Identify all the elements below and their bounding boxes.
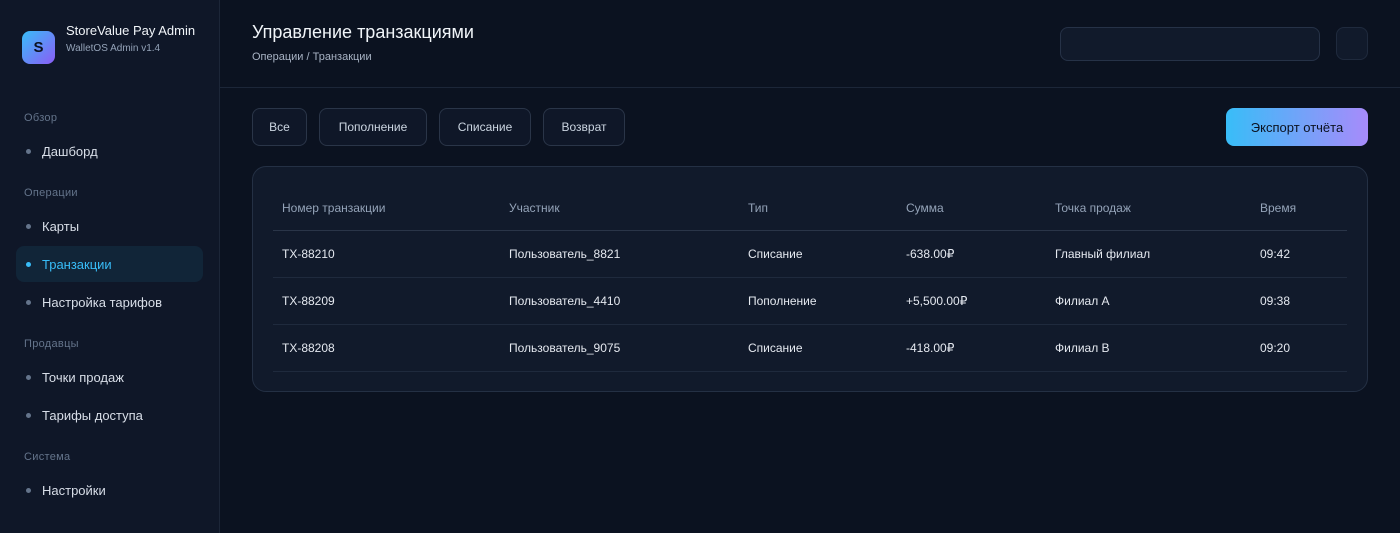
table-header-row: Номер транзакции Участник Тип Сумма Точк…	[273, 186, 1347, 231]
nav-group-operations: Операции	[24, 187, 78, 199]
cell-type: Списание	[748, 341, 803, 355]
filter-refund-button[interactable]: Возврат	[543, 108, 625, 146]
search-input[interactable]	[1060, 27, 1320, 61]
brand-logo: S	[22, 31, 55, 64]
bullet-icon	[26, 487, 31, 493]
sidebar-item-cards[interactable]: Карты	[16, 208, 203, 244]
brand-title: StoreValue Pay Admin	[66, 23, 196, 38]
column-header[interactable]: Точка продаж	[1055, 186, 1131, 230]
cell-point-of-sale: Филиал A	[1055, 294, 1110, 308]
table-row[interactable]: TX-88209 Пользователь_4410 Пополнение +5…	[273, 278, 1347, 325]
cell-type: Пополнение	[748, 294, 817, 308]
sidebar-item-label: Тарифы доступа	[42, 407, 143, 423]
header-action-button[interactable]	[1336, 27, 1368, 60]
sidebar-item-transactions[interactable]: Транзакции	[16, 246, 203, 282]
cell-participant: Пользователь_8821	[509, 247, 621, 261]
sidebar-item-tariff-settings[interactable]: Настройка тарифов	[16, 284, 203, 320]
cell-amount: -638.00₽	[906, 247, 955, 261]
cell-transaction-id: TX-88208	[282, 341, 335, 355]
cell-amount: -418.00₽	[906, 341, 955, 355]
bullet-icon	[26, 223, 31, 229]
column-header[interactable]: Сумма	[906, 186, 944, 230]
cell-amount: +5,500.00₽	[906, 294, 968, 308]
sidebar: S StoreValue Pay Admin WalletOS Admin v1…	[0, 0, 220, 533]
cell-time: 09:38	[1260, 294, 1291, 308]
brand-subtitle: WalletOS Admin v1.4	[66, 43, 161, 54]
cell-time: 09:20	[1260, 341, 1291, 355]
sidebar-item-access-plans[interactable]: Тарифы доступа	[16, 397, 203, 433]
table-row[interactable]: TX-88210 Пользователь_8821 Списание -638…	[273, 231, 1347, 278]
cell-time: 09:42	[1260, 247, 1291, 261]
sidebar-item-points-of-sale[interactable]: Точки продаж	[16, 359, 203, 395]
table-row[interactable]: TX-88208 Пользователь_9075 Списание -418…	[273, 325, 1347, 372]
cell-point-of-sale: Главный филиал	[1055, 247, 1151, 261]
cell-transaction-id: TX-88210	[282, 247, 335, 261]
page-header: Управление транзакциями Операции / Транз…	[220, 0, 1400, 88]
cell-point-of-sale: Филиал B	[1055, 341, 1110, 355]
brand: S StoreValue Pay Admin WalletOS Admin v1…	[22, 22, 196, 64]
export-report-button[interactable]: Экспорт отчёта	[1226, 108, 1368, 146]
transactions-table: Номер транзакции Участник Тип Сумма Точк…	[273, 186, 1347, 372]
bullet-icon	[26, 299, 31, 305]
breadcrumb: Операции / Транзакции	[252, 51, 372, 63]
nav-group-overview: Обзор	[24, 112, 58, 124]
column-header[interactable]: Номер транзакции	[282, 186, 385, 230]
bullet-icon	[26, 412, 31, 418]
column-header[interactable]: Время	[1260, 186, 1296, 230]
filter-all-button[interactable]: Все	[252, 108, 307, 146]
transactions-card: Номер транзакции Участник Тип Сумма Точк…	[252, 166, 1368, 392]
sidebar-item-label: Настройка тарифов	[42, 294, 162, 310]
sidebar-item-label: Карты	[42, 218, 80, 234]
filter-topup-button[interactable]: Пополнение	[319, 108, 427, 146]
sidebar-item-label: Настройки	[42, 482, 106, 498]
cell-participant: Пользователь_4410	[509, 294, 621, 308]
nav-group-merchants: Продавцы	[24, 338, 79, 350]
sidebar-item-settings[interactable]: Настройки	[16, 472, 203, 508]
cell-participant: Пользователь_9075	[509, 341, 621, 355]
cell-transaction-id: TX-88209	[282, 294, 335, 308]
bullet-icon	[26, 261, 31, 267]
page-title: Управление транзакциями	[252, 22, 474, 42]
column-header[interactable]: Участник	[509, 186, 560, 230]
sidebar-item-label: Точки продаж	[42, 369, 124, 385]
cell-type: Списание	[748, 247, 803, 261]
sidebar-item-dashboard[interactable]: Дашборд	[16, 133, 203, 169]
bullet-icon	[26, 148, 31, 154]
nav-group-system: Система	[24, 451, 71, 463]
sidebar-item-label: Дашборд	[42, 143, 98, 159]
bullet-icon	[26, 374, 31, 380]
filter-debit-button[interactable]: Списание	[439, 108, 531, 146]
column-header[interactable]: Тип	[748, 186, 768, 230]
sidebar-item-label: Транзакции	[42, 256, 112, 272]
